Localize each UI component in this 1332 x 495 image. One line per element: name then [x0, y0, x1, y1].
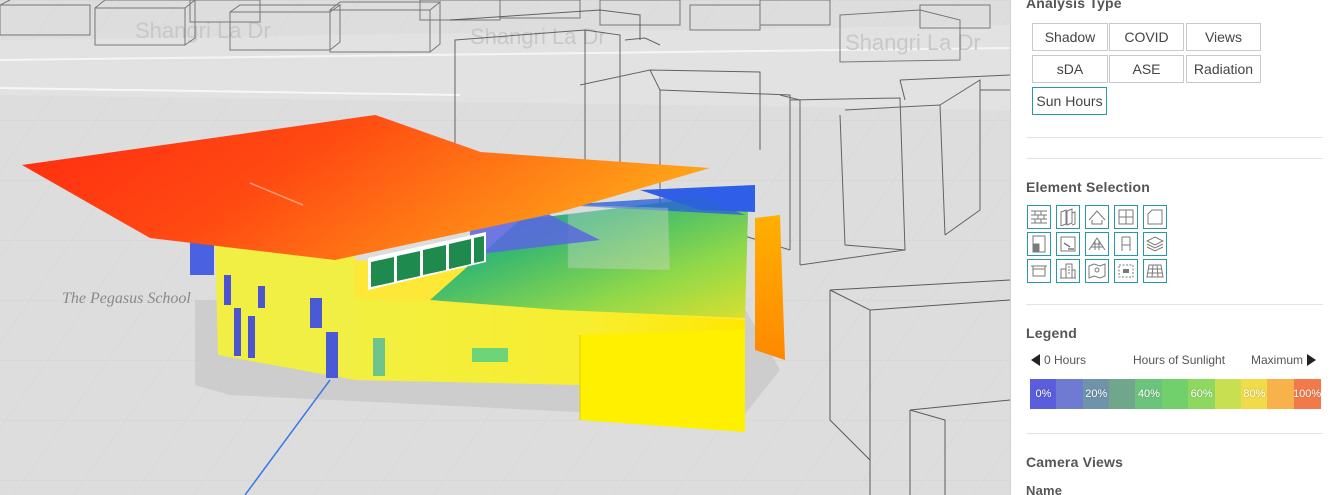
legend-segment [1214, 379, 1242, 409]
covid-button[interactable]: COVID [1109, 23, 1184, 51]
legend-segment-label: 0% [1035, 388, 1052, 400]
ase-button[interactable]: ASE [1109, 55, 1184, 83]
decrease-arrow-icon[interactable] [1031, 354, 1040, 366]
brick-wall-icon[interactable] [1027, 205, 1051, 229]
sda-button[interactable]: sDA [1032, 55, 1108, 83]
dome-roof-icon[interactable] [1085, 232, 1109, 256]
legend-max-label: Maximum [1251, 353, 1304, 367]
legend-segment [1109, 379, 1137, 409]
legend-segment: 80% [1240, 379, 1268, 409]
legend-segment: 40% [1135, 379, 1163, 409]
radiation-button[interactable]: Radiation [1186, 55, 1261, 83]
legend-segment-label: 20% [1085, 388, 1108, 400]
legend-center-label: Hours of Sunlight [1133, 353, 1226, 367]
sun-hours-button[interactable]: Sun Hours [1032, 87, 1107, 115]
legend-segment-label: 80% [1243, 388, 1266, 400]
wall-panels-icon[interactable] [1056, 205, 1080, 229]
section-divider [1026, 137, 1323, 138]
legend-min-label: 0 Hours [1044, 353, 1087, 367]
ceiling-icon[interactable] [1027, 259, 1051, 283]
building-label: The Pegasus School [62, 290, 191, 307]
legend-segment: 0% [1030, 379, 1057, 409]
3d-viewport[interactable]: Shangri La Dr Shangri La Dr Shangri La D… [0, 0, 1010, 495]
chair-icon[interactable] [1114, 232, 1138, 256]
legend-segment: 100% [1293, 379, 1322, 409]
legend-segment-label: 40% [1137, 388, 1160, 400]
roof-icon[interactable] [1085, 205, 1109, 229]
floor-plan-icon[interactable] [1143, 205, 1167, 229]
legend-segment-label: 100% [1293, 388, 1322, 400]
legend-segment [1161, 379, 1189, 409]
analysis-type-title: Analysis Type [1026, 0, 1122, 11]
scene-canvas[interactable]: Shangri La Dr Shangri La Dr Shangri La D… [0, 0, 1010, 495]
grid-icon[interactable] [1143, 259, 1167, 283]
camera-name-label: Name [1026, 483, 1063, 495]
camera-views-title: Camera Views [1026, 454, 1124, 470]
shadow-button[interactable]: Shadow [1032, 23, 1108, 51]
window-icon[interactable] [1114, 205, 1138, 229]
legend-segment [1056, 379, 1084, 409]
views-button[interactable]: Views [1186, 23, 1261, 51]
legend-title: Legend [1026, 325, 1077, 341]
increase-arrow-icon[interactable] [1307, 354, 1316, 366]
layers-icon[interactable] [1143, 232, 1167, 256]
legend-segment: 60% [1188, 379, 1216, 409]
site-map-icon[interactable] [1085, 259, 1109, 283]
buildings-icon[interactable] [1056, 259, 1080, 283]
floor-icon[interactable] [1056, 232, 1080, 256]
slab-icon[interactable] [1114, 259, 1138, 283]
section-divider [1026, 304, 1323, 305]
door-icon[interactable] [1027, 232, 1051, 256]
section-divider [1026, 158, 1323, 159]
element-selection-title: Element Selection [1026, 179, 1150, 195]
legend-segment [1267, 379, 1295, 409]
section-divider [1026, 433, 1323, 434]
legend-segment-label: 60% [1190, 388, 1213, 400]
legend-segment: 20% [1082, 379, 1110, 409]
analysis-panel: Analysis Type Shadow COVID Views sDA ASE… [1010, 0, 1332, 495]
